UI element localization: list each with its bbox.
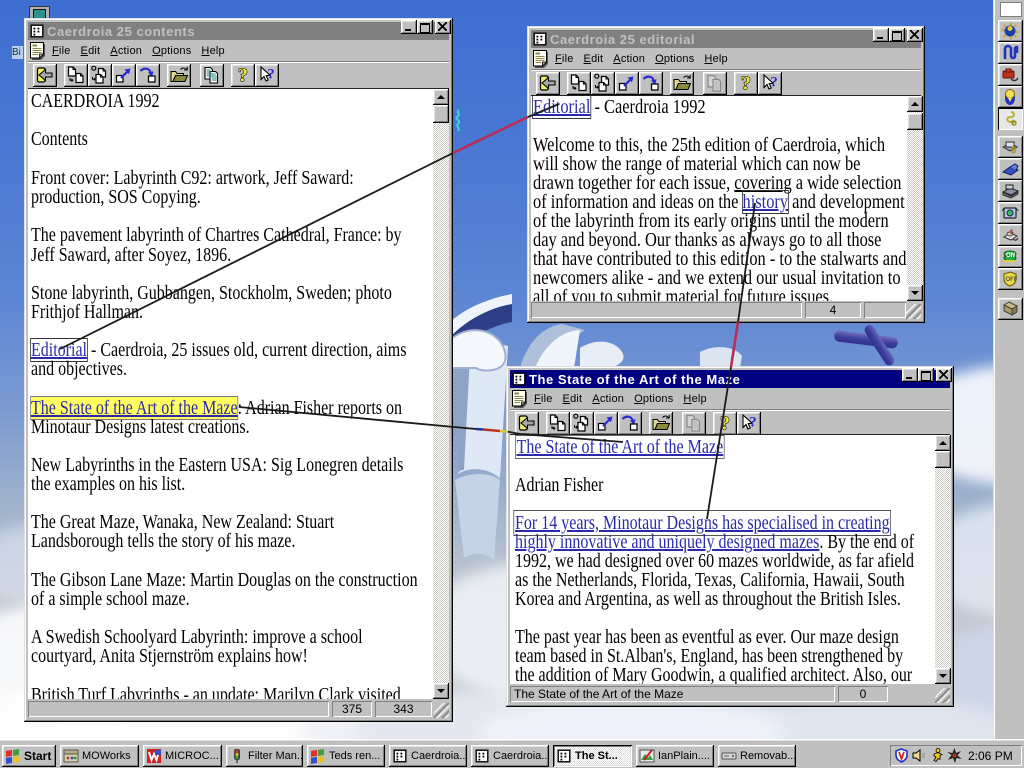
- svg-text:ON: ON: [1006, 253, 1015, 259]
- svg-text:OFF: OFF: [1006, 277, 1018, 283]
- svg-text:$: $: [1011, 145, 1016, 155]
